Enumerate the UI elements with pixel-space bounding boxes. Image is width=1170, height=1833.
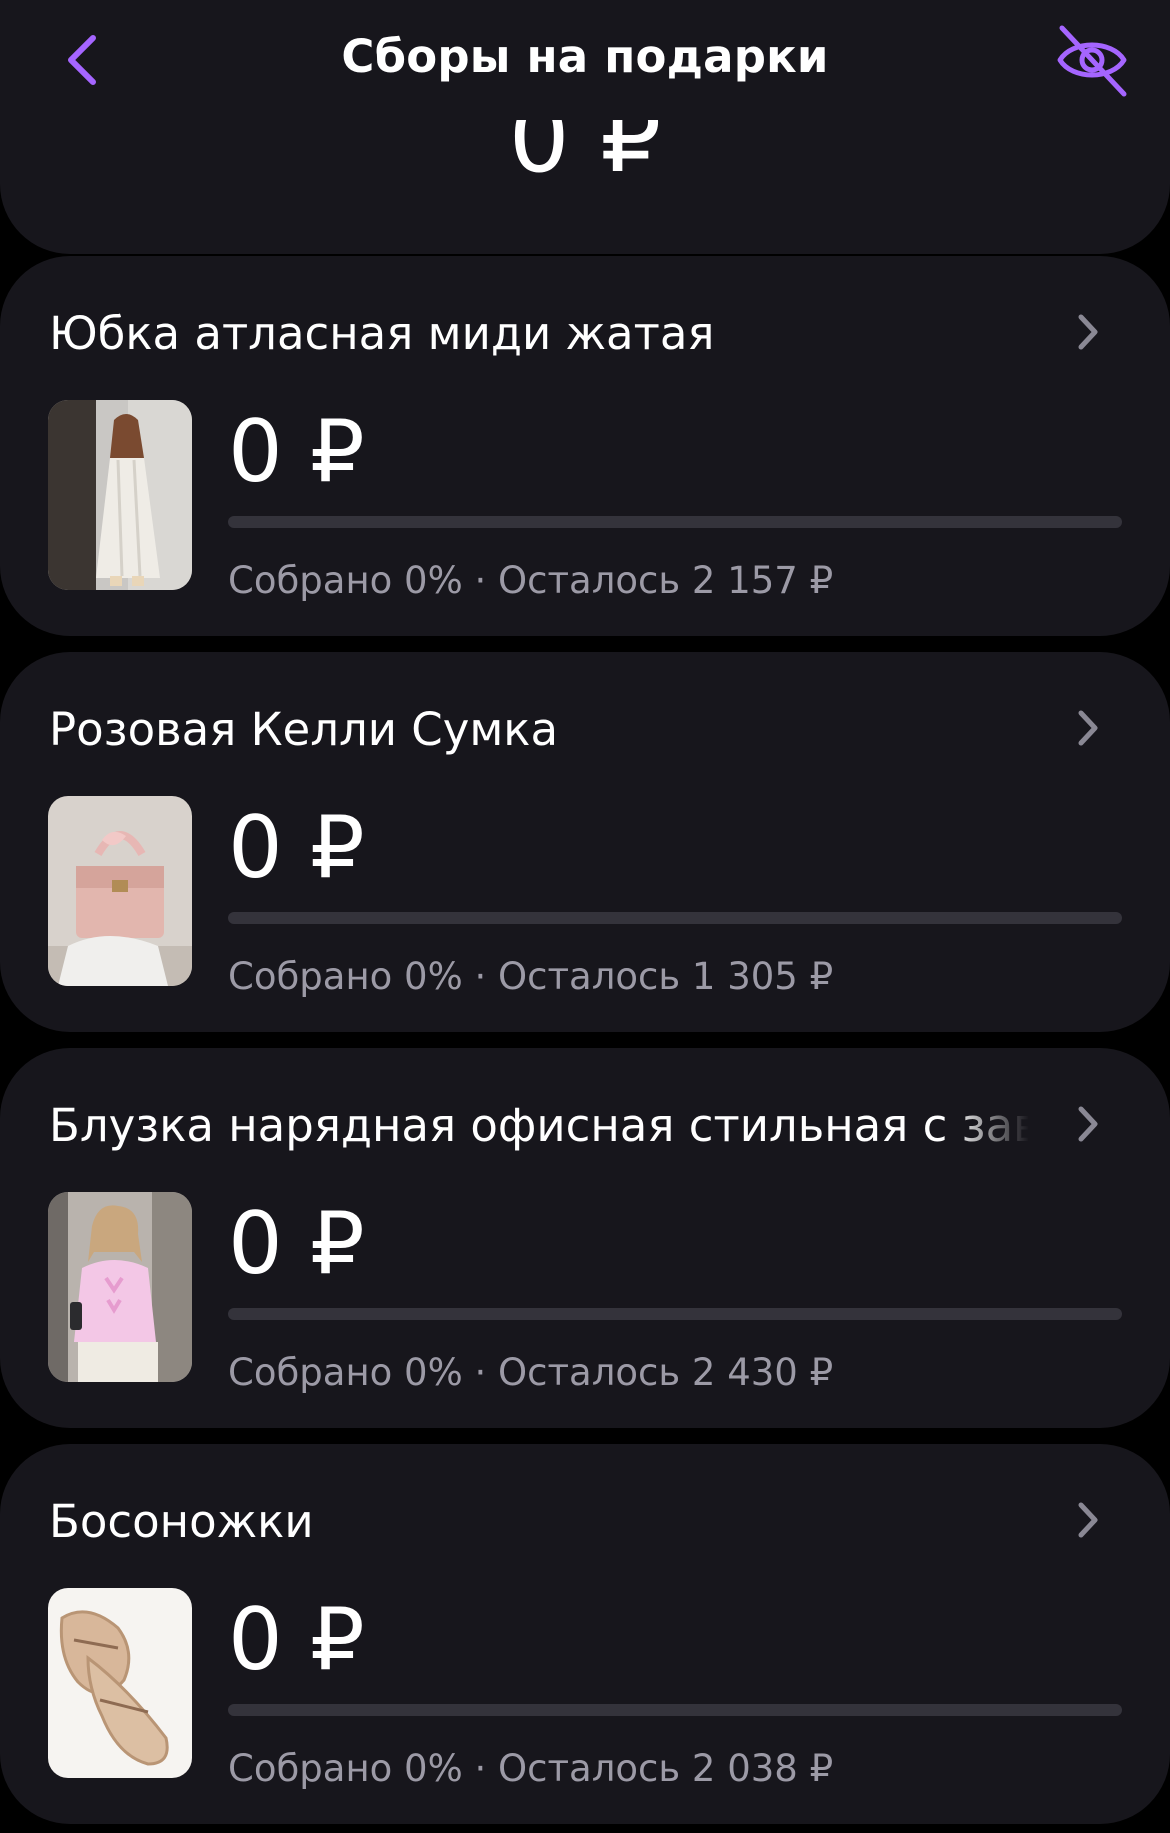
gift-image-sandals — [48, 1588, 192, 1778]
progress-bar — [228, 516, 1122, 528]
gift-amount: 0 ₽ — [228, 1194, 365, 1294]
page-title: Сборы на подарки — [341, 30, 829, 83]
gift-title: Босоножки — [49, 1495, 314, 1548]
gift-amount: 0 ₽ — [228, 402, 365, 502]
progress-bar — [228, 1704, 1122, 1716]
gift-image-blouse — [48, 1192, 192, 1382]
gift-image-bag — [48, 796, 192, 986]
gift-status: Собрано 0% · Осталось 2 157 ₽ — [228, 559, 834, 602]
chevron-right-icon — [1070, 1100, 1106, 1148]
gift-card[interactable]: Розовая Келли Сумка 0 ₽ Собрано 0% · Ост… — [0, 652, 1170, 1032]
gift-title: Юбка атласная миди жатая — [49, 307, 715, 360]
header: Сборы на подарки — [0, 0, 1170, 120]
gift-status: Собрано 0% · Осталось 2 038 ₽ — [228, 1747, 834, 1790]
gift-image-skirt — [48, 400, 192, 590]
gift-card[interactable]: Босоножки 0 ₽ Собрано 0% · Осталось 2 03… — [0, 1444, 1170, 1824]
progress-bar — [228, 912, 1122, 924]
gift-title: Блузка нарядная офисная стильная с завяз… — [49, 1099, 1029, 1152]
gift-title: Розовая Келли Сумка — [49, 703, 559, 756]
gift-amount: 0 ₽ — [228, 1590, 365, 1690]
gift-status: Собрано 0% · Осталось 1 305 ₽ — [228, 955, 834, 998]
gift-card[interactable]: Блузка нарядная офисная стильная с завяз… — [0, 1048, 1170, 1428]
eye-off-icon — [1057, 25, 1127, 97]
gift-collections-screen: 0 ₽ Сборы на подарки Юбка атласная миди … — [0, 0, 1170, 1833]
gift-card[interactable]: Юбка атласная миди жатая 0 ₽ Собрано 0% … — [0, 256, 1170, 636]
gift-status: Собрано 0% · Осталось 2 430 ₽ — [228, 1351, 834, 1394]
chevron-right-icon — [1070, 308, 1106, 356]
gift-amount: 0 ₽ — [228, 798, 365, 898]
chevron-right-icon — [1070, 704, 1106, 752]
chevron-right-icon — [1070, 1496, 1106, 1544]
progress-bar — [228, 1308, 1122, 1320]
toggle-visibility-button[interactable] — [1052, 20, 1132, 100]
